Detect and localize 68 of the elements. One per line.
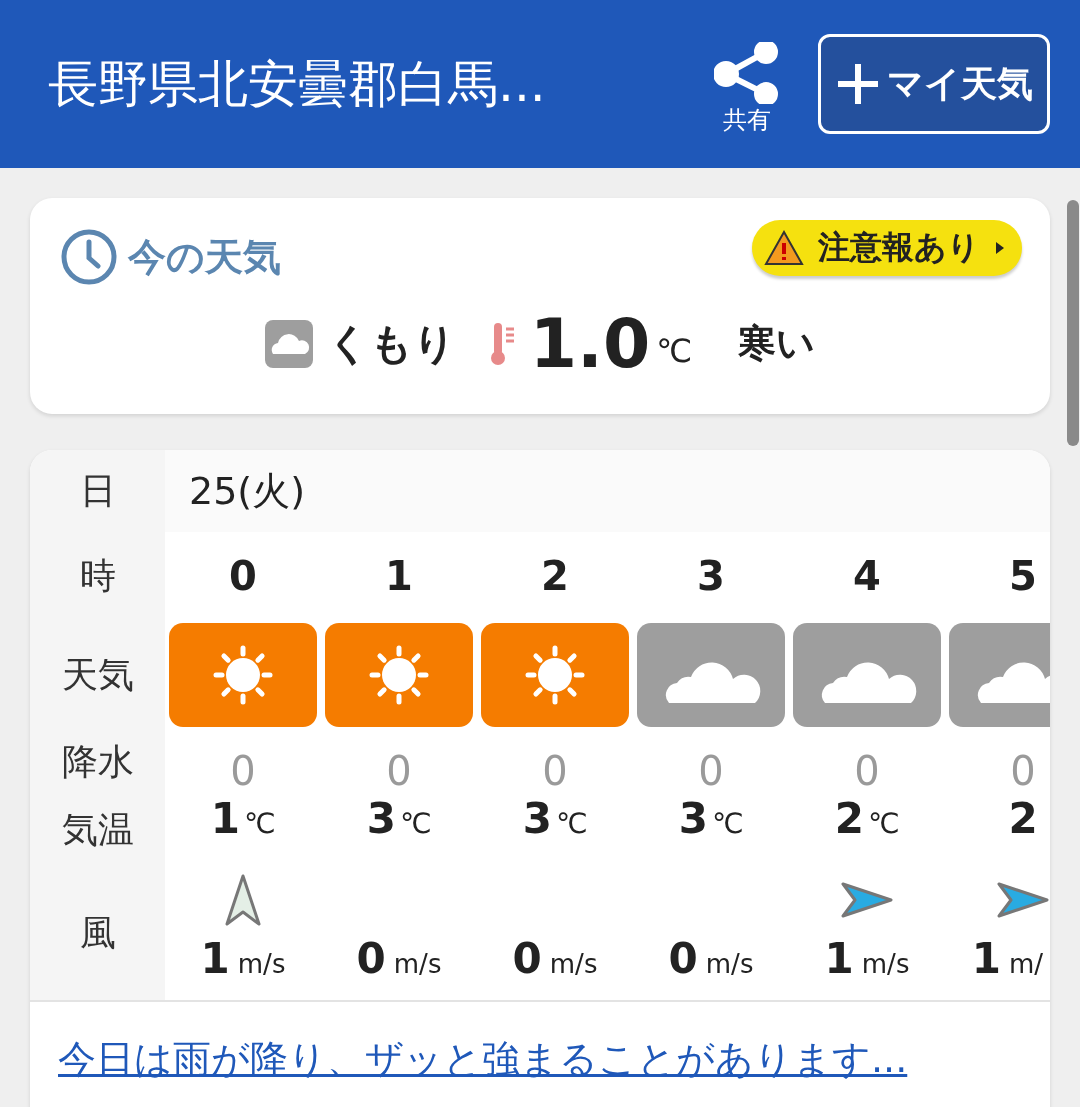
plus-icon bbox=[835, 61, 881, 107]
temperature-cell: 1 bbox=[210, 794, 240, 843]
temperature-cell: 3 bbox=[678, 794, 708, 843]
section-title: 今の天気 bbox=[128, 233, 281, 281]
wind-speed-unit: m/s bbox=[237, 949, 286, 979]
row-label: 気温 bbox=[60, 807, 135, 852]
precipitation-cell-text: 0 bbox=[229, 747, 257, 794]
alert-button[interactable]: 注意報あり bbox=[752, 220, 1022, 276]
hour-cell-text: 2 bbox=[540, 552, 570, 601]
temperature-unit: ℃ bbox=[656, 331, 693, 370]
hour-cell-text: 5 bbox=[1008, 552, 1038, 601]
sunny-icon bbox=[169, 623, 317, 727]
precipitation-cell-text: 0 bbox=[697, 747, 725, 794]
location-title: 長野県北安曇郡白馬... bbox=[48, 53, 547, 115]
precipitation-cell-text: 0 bbox=[1009, 747, 1037, 794]
my-weather-button[interactable]: マイ天気 bbox=[818, 34, 1050, 134]
wind-arrow-icon bbox=[225, 874, 261, 926]
row-label: 時 bbox=[78, 553, 117, 598]
temperature-cell: 2 bbox=[1008, 794, 1038, 843]
hour-cell-text: 1 bbox=[384, 552, 414, 601]
row-label: 日 bbox=[78, 468, 117, 513]
temperature-value: 1.0 bbox=[529, 304, 651, 383]
scrollbar[interactable] bbox=[1067, 200, 1079, 446]
temperature-unit: ℃ bbox=[399, 807, 432, 840]
date-cell: 25(火) bbox=[165, 450, 1050, 532]
temperature-unit: ℃ bbox=[711, 807, 744, 840]
wind-speed-unit: m/s bbox=[705, 949, 754, 979]
wind-speed-cell: 1 bbox=[971, 934, 1001, 983]
sunny-icon bbox=[481, 623, 629, 727]
temperature-unit: ℃ bbox=[555, 807, 588, 840]
wind-speed-unit: m/s bbox=[549, 949, 598, 979]
cloudy-icon bbox=[637, 623, 785, 727]
hour-cell-text: 4 bbox=[852, 552, 882, 601]
temperature-cell: 2 bbox=[834, 794, 864, 843]
feeling-text: 寒い bbox=[738, 320, 816, 367]
clock-icon bbox=[60, 228, 118, 286]
wind-speed-cell: 1 bbox=[200, 934, 230, 983]
wind-speed-cell: 0 bbox=[668, 934, 698, 983]
row-label: 風 bbox=[78, 910, 117, 955]
wind-speed-unit: m/s bbox=[861, 949, 910, 979]
thermometer-icon bbox=[489, 320, 516, 367]
temperature-unit: ℃ bbox=[243, 807, 276, 840]
cloudy-icon bbox=[793, 623, 941, 727]
row-label: 天気 bbox=[60, 652, 135, 697]
temperature-unit: ℃ bbox=[867, 807, 900, 840]
hour-cell-text: 3 bbox=[696, 552, 726, 601]
temperature-cell: 3 bbox=[522, 794, 552, 843]
hour-cell-text: 0 bbox=[228, 552, 258, 601]
share-button[interactable]: 共有 bbox=[714, 42, 780, 136]
wind-arrow-icon bbox=[841, 882, 893, 918]
temperature-cell: 3 bbox=[366, 794, 396, 843]
precipitation-cell-text: 0 bbox=[541, 747, 569, 794]
cloud-icon bbox=[264, 319, 313, 368]
precipitation-cell-text: 0 bbox=[385, 747, 413, 794]
condition-text: くもり bbox=[326, 317, 456, 370]
wind-speed-unit: m/ bbox=[1008, 949, 1043, 979]
wind-speed-cell: 1 bbox=[824, 934, 854, 983]
wind-arrow-icon bbox=[997, 882, 1049, 918]
share-icon bbox=[714, 42, 780, 104]
wind-speed-cell: 0 bbox=[512, 934, 542, 983]
row-label: 降水 bbox=[60, 739, 135, 784]
wind-speed-cell: 0 bbox=[356, 934, 386, 983]
warning-icon bbox=[764, 230, 804, 266]
precipitation-cell-text: 0 bbox=[853, 747, 881, 794]
forecast-link[interactable]: 今日は雨が降り、ザッと強まることがあります... bbox=[58, 1037, 908, 1081]
sunny-icon bbox=[325, 623, 473, 727]
wind-speed-unit: m/s bbox=[393, 949, 442, 979]
caret-icon bbox=[994, 240, 1006, 256]
